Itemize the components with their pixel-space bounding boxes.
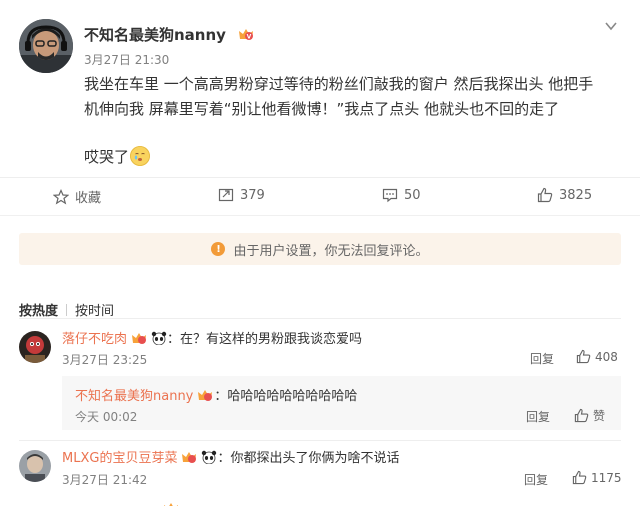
like-button[interactable]: 3825	[537, 187, 592, 203]
vip-badge-icon: V	[237, 27, 255, 41]
chevron-down-icon[interactable]	[604, 18, 618, 32]
commenter-avatar[interactable]	[19, 331, 51, 363]
repost-button[interactable]: 379	[218, 187, 265, 203]
panda-emoji-icon	[151, 331, 167, 346]
comment-text: ：在？有这样的男粉跟我谈恋爱吗	[167, 332, 363, 347]
reply-button[interactable]: 回复	[524, 471, 548, 488]
post-text: 我坐在车里 一个高高男粉穿过等待的粉丝们敲我的窗户 然后我探出头 他把手机伸向我…	[84, 75, 594, 118]
favorite-button[interactable]: 收藏	[53, 187, 101, 206]
comment-like-button[interactable]: 408	[576, 349, 618, 364]
sub-reply-time: 今天 00:02	[75, 410, 138, 424]
panda-emoji-icon	[201, 450, 217, 465]
author-avatar[interactable]	[19, 19, 73, 73]
thumbs-up-icon	[537, 187, 553, 203]
comment-like-button[interactable]: 1175	[572, 470, 622, 485]
reply-button[interactable]: 回复	[530, 350, 554, 367]
comment-count: 50	[404, 187, 421, 203]
author-name[interactable]: 不知名最美狗nanny	[84, 26, 226, 44]
sort-tabs: 按热度 按时间	[19, 300, 114, 319]
vip-badge-icon	[196, 388, 214, 402]
comment-text: ：你都探出头了你俩为啥不说话	[217, 451, 400, 466]
tab-separator	[66, 304, 68, 316]
divider	[19, 318, 621, 319]
divider	[19, 440, 621, 441]
author-name-row: 不知名最美狗nanny V	[84, 24, 255, 45]
comment-line: 落仔不吃肉 ：在？有这样的男粉跟我谈恋爱吗	[62, 328, 362, 347]
comment-disabled-notice: ! 由于用户设置，你无法回复评论。	[19, 233, 621, 265]
comment-time: 3月27日 21:42	[62, 473, 148, 487]
vip-badge-icon	[130, 331, 148, 345]
comment-time: 3月27日 23:25	[62, 353, 148, 367]
post-text-2: 哎哭了	[84, 146, 151, 167]
comment-like-count: 408	[595, 349, 618, 364]
post-action-bar: 收藏 379 50 3825	[0, 177, 640, 215]
sub-reply-like-label: 赞	[593, 409, 606, 423]
post-time[interactable]: 3月27日 21:30	[84, 51, 169, 68]
favorite-label: 收藏	[75, 191, 102, 206]
comment-button[interactable]: 50	[382, 187, 421, 203]
comment-line: MLXG的宝贝豆芽菜 ：你都探出头了你俩为啥不说话	[62, 447, 399, 466]
comment-username[interactable]: 落仔不吃肉	[62, 332, 127, 347]
sub-reply-username[interactable]: 不知名最美狗nanny	[75, 389, 193, 404]
warning-icon: !	[211, 242, 226, 256]
tab-by-hot[interactable]: 按热度	[19, 304, 58, 319]
notice-text: 由于用户设置，你无法回复评论。	[233, 243, 429, 259]
commenter-avatar[interactable]	[19, 450, 51, 482]
tab-by-time[interactable]: 按时间	[75, 304, 114, 319]
comment-icon	[382, 188, 398, 203]
sub-reply-like-button[interactable]: 赞	[574, 407, 605, 424]
star-icon	[53, 188, 69, 205]
thumbs-up-icon	[574, 408, 589, 423]
thumbs-up-icon	[576, 349, 591, 364]
repost-count: 379	[240, 187, 265, 203]
sub-reply-reply-button[interactable]: 回复	[526, 408, 550, 425]
crying-emoji-icon	[130, 146, 151, 166]
repost-icon	[218, 188, 234, 202]
sub-reply-line: 不知名最美狗nanny ：哈哈哈哈哈哈哈哈哈哈	[75, 385, 357, 404]
weibo-post: 不知名最美狗nanny V 3月27日 21:30 我坐在车里 一个高高男粉穿过…	[0, 0, 640, 176]
svg-text:V: V	[247, 34, 252, 41]
comment-username[interactable]: MLXG的宝贝豆芽菜	[62, 451, 177, 466]
post-text-2-content: 哎哭了	[84, 148, 130, 166]
sub-reply-text: ：哈哈哈哈哈哈哈哈哈哈	[214, 389, 358, 404]
like-count: 3825	[559, 187, 593, 203]
thumbs-up-icon	[572, 470, 587, 485]
vip-badge-icon	[180, 450, 198, 464]
comment-like-count: 1175	[591, 470, 622, 485]
vip-badge-icon	[162, 500, 180, 506]
